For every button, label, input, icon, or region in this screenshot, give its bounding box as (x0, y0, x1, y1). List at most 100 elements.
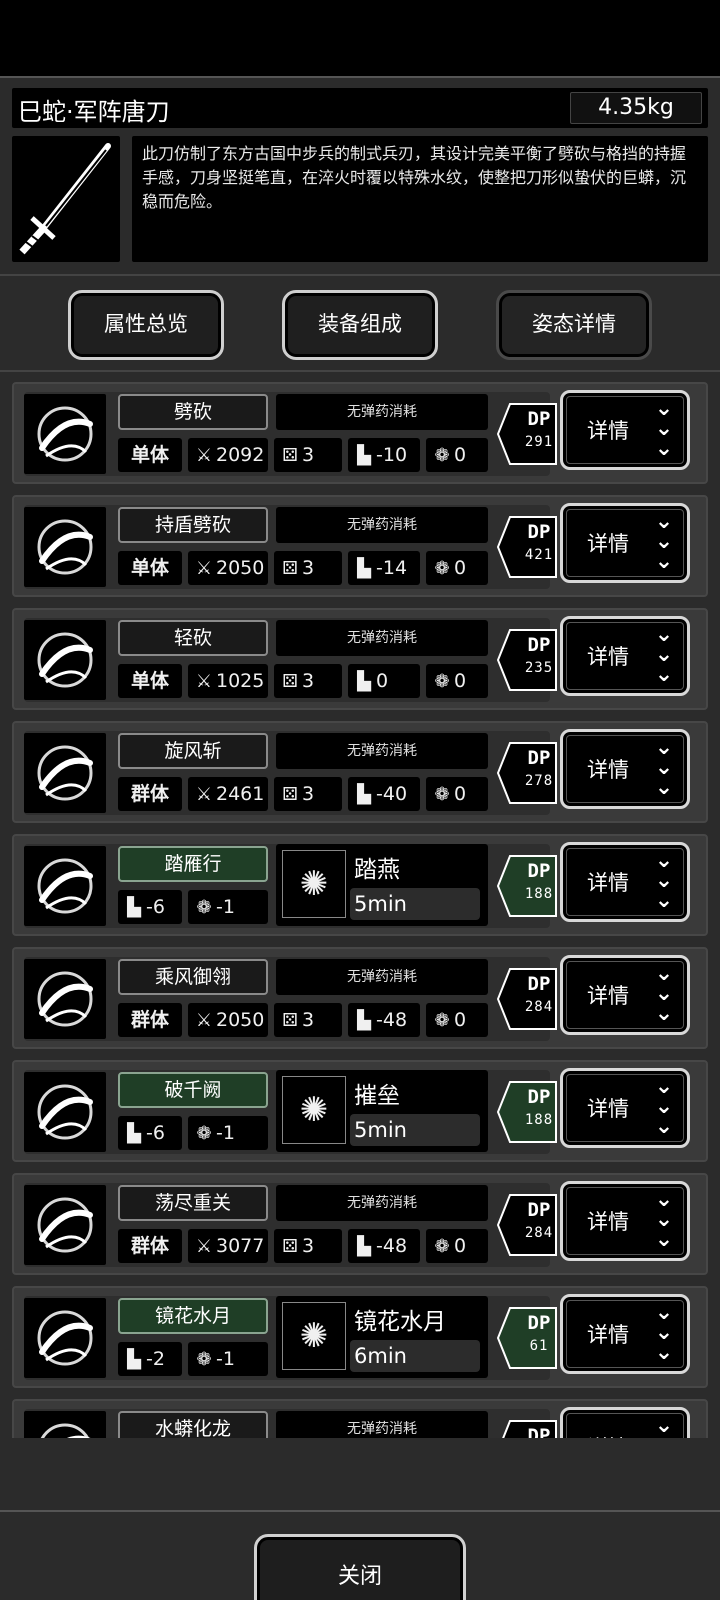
dp-badge: DP 188 (496, 1080, 558, 1144)
weapon-description: 此刀仿制了东方古国中步兵的制式兵刃，其设计完美平衡了劈砍与格挡的持握手感，刀身坚… (132, 136, 708, 262)
skill-icon (24, 733, 106, 813)
skill-info: 镜花水月 ▙ -2 ❁ -1 ✺ 镜花水月 6min DP 61 (24, 1296, 557, 1380)
target-type: 单体 (118, 438, 182, 472)
ammo-cost: 无弹药消耗 (276, 1185, 488, 1221)
ammo-cost: 无弹药消耗 (276, 733, 488, 769)
skill-name: 轻砍 (118, 620, 268, 656)
skill-icon (24, 394, 106, 474)
hit-stat: ⚄ 3 (274, 1003, 342, 1037)
skill-name: 水蟒化龙 (118, 1411, 268, 1438)
skill-row: 破千阙 ▙ -6 ❁ -1 ✺ 摧垒 5min DP 188 详情 ⌄ ⌄ ⌄ (12, 1060, 708, 1162)
boot-icon: ▙ (357, 1010, 371, 1031)
detail-button[interactable]: 详情⌄⌄⌄ (560, 616, 690, 696)
stance-box: ✺ 踏燕 5min (276, 844, 488, 926)
boot-icon: ▙ (357, 671, 371, 692)
dp-badge: DP 421 (496, 515, 558, 579)
dp-value: 61 (529, 1338, 549, 1354)
skill-info: 水蟒化龙无弹药消耗 DP283 (24, 1409, 557, 1438)
divider (0, 370, 720, 372)
skill-info: 乘风御翎 无弹药消耗 群体 ⚔ 2050 ⚄ 3 ▙ -48 ❁ 0 DP 284 (24, 957, 557, 1041)
close-button[interactable]: 关闭 (254, 1534, 466, 1600)
detail-button[interactable]: 详情⌄⌄⌄ (560, 1068, 690, 1148)
brain-icon: ❁ (434, 558, 450, 579)
damage-stat: ⚔ 2050 (188, 551, 268, 585)
target-type: 群体 (118, 777, 182, 811)
dp-badge: DP283 (496, 1419, 558, 1438)
stance-duration: 5min (350, 1114, 480, 1146)
skill-info: 破千阙 ▙ -6 ❁ -1 ✺ 摧垒 5min DP 188 (24, 1070, 557, 1154)
brain-icon: ❁ (434, 1236, 450, 1257)
dice-icon: ⚄ (282, 445, 298, 466)
ap-stat: ❁ 0 (426, 1229, 488, 1263)
chevron-down-icon: ⌄⌄⌄ (654, 1074, 674, 1139)
stance-duration: 5min (350, 888, 480, 920)
skill-row: 乘风御翎 无弹药消耗 群体 ⚔ 2050 ⚄ 3 ▙ -48 ❁ 0 DP 284 详情 ⌄ ⌄ ⌄ (12, 947, 708, 1049)
skill-icon (24, 959, 106, 1039)
ammo-cost: 无弹药消耗 (276, 507, 488, 543)
skill-name: 镜花水月 (118, 1298, 268, 1334)
sword-icon: ⚔ (195, 671, 213, 692)
tab-attribute-overview[interactable]: 属性总览 (68, 290, 224, 360)
stance-name: 镜花水月 (354, 1309, 446, 1335)
sword-icon: ⚔ (195, 1010, 213, 1031)
weapon-weight: 4.35kg (570, 92, 702, 124)
ammo-cost: 无弹药消耗 (276, 1411, 488, 1438)
brain-icon: ❁ (196, 897, 212, 918)
skill-icon (24, 1298, 106, 1378)
sword-icon: ⚔ (195, 1236, 213, 1257)
sword-icon: ⚔ (195, 784, 213, 805)
ap-stat: ❁ 0 (426, 664, 488, 698)
move-stat: ▙ -10 (348, 438, 420, 472)
skill-row: 荡尽重关 无弹药消耗 群体 ⚔ 3077 ⚄ 3 ▙ -48 ❁ 0 DP 284 详情 ⌄ ⌄ ⌄ (12, 1173, 708, 1275)
ammo-cost: 无弹药消耗 (276, 620, 488, 656)
ap-stat: ❁ 0 (426, 777, 488, 811)
detail-button[interactable]: 详情⌄⌄⌄ (560, 1407, 690, 1438)
tab-stance-details[interactable]: 姿态详情 (496, 290, 652, 360)
damage-stat: ⚔ 1025 (188, 664, 268, 698)
chevron-down-icon: ⌄⌄⌄ (654, 1187, 674, 1252)
boot-icon: ▙ (357, 1236, 371, 1257)
skill-info: 轻砍 无弹药消耗 单体 ⚔ 1025 ⚄ 3 ▙ 0 ❁ 0 DP 235 (24, 618, 557, 702)
skill-row: 旋风斩 无弹药消耗 群体 ⚔ 2461 ⚄ 3 ▙ -40 ❁ 0 DP 278 详情 ⌄ ⌄ ⌄ (12, 721, 708, 823)
skill-icon (24, 620, 106, 700)
chevron-down-icon: ⌄⌄⌄ (654, 848, 674, 913)
skill-row: 镜花水月 ▙ -2 ❁ -1 ✺ 镜花水月 6min DP 61 详情 ⌄ ⌄ ⌄ (12, 1286, 708, 1388)
detail-button[interactable]: 详情⌄⌄⌄ (560, 503, 690, 583)
skill-name: 踏雁行 (118, 846, 268, 882)
damage-stat: ⚔ 2050 (188, 1003, 268, 1037)
tab-equipment-composition[interactable]: 装备组成 (282, 290, 438, 360)
dp-badge: DP 291 (496, 402, 558, 466)
move-stat: ▙ -48 (348, 1003, 420, 1037)
hit-stat: ⚄ 3 (274, 551, 342, 585)
brain-icon: ❁ (196, 1123, 212, 1144)
boot-icon: ▙ (127, 1123, 141, 1144)
boot-icon: ▙ (127, 1349, 141, 1370)
dp-value: 188 (524, 1112, 554, 1128)
skill-name: 破千阙 (118, 1072, 268, 1108)
dice-icon: ⚄ (282, 784, 298, 805)
skill-list[interactable]: 劈砍 无弹药消耗 单体 ⚔ 2092 ⚄ 3 ▙ -10 ❁ 0 DP 291 详情 ⌄ ⌄ ⌄ 持盾劈砍 无弹药消… (12, 382, 708, 1438)
skill-row: 轻砍 无弹药消耗 单体 ⚔ 1025 ⚄ 3 ▙ 0 ❁ 0 DP 235 详情 ⌄ ⌄ ⌄ (12, 608, 708, 710)
skill-icon (24, 1185, 106, 1265)
skill-name: 劈砍 (118, 394, 268, 430)
dp-badge: DP 278 (496, 741, 558, 805)
detail-button[interactable]: 详情⌄⌄⌄ (560, 390, 690, 470)
dp-badge: DP 61 (496, 1306, 558, 1370)
skill-name: 持盾劈砍 (118, 507, 268, 543)
dp-badge: DP 284 (496, 1193, 558, 1257)
sword-icon: ⚔ (195, 558, 213, 579)
detail-button[interactable]: 详情⌄⌄⌄ (560, 955, 690, 1035)
chevron-down-icon: ⌄⌄⌄ (654, 509, 674, 574)
detail-button[interactable]: 详情⌄⌄⌄ (560, 1181, 690, 1261)
skill-icon (24, 507, 106, 587)
stance-box: ✺ 摧垒 5min (276, 1070, 488, 1152)
skill-icon (24, 846, 106, 926)
detail-button[interactable]: 详情⌄⌄⌄ (560, 842, 690, 922)
chevron-down-icon: ⌄⌄⌄ (654, 622, 674, 687)
skill-info: 踏雁行 ▙ -6 ❁ -1 ✺ 踏燕 5min DP 188 (24, 844, 557, 928)
weapon-detail-panel: 巳蛇·军阵唐刀 4.35kg 此刀仿制了东方古国中步兵的制式兵刃，其设计完美平衡… (0, 76, 720, 1600)
skill-name: 旋风斩 (118, 733, 268, 769)
detail-button[interactable]: 详情⌄⌄⌄ (560, 729, 690, 809)
target-type: 群体 (118, 1229, 182, 1263)
detail-button[interactable]: 详情⌄⌄⌄ (560, 1294, 690, 1374)
